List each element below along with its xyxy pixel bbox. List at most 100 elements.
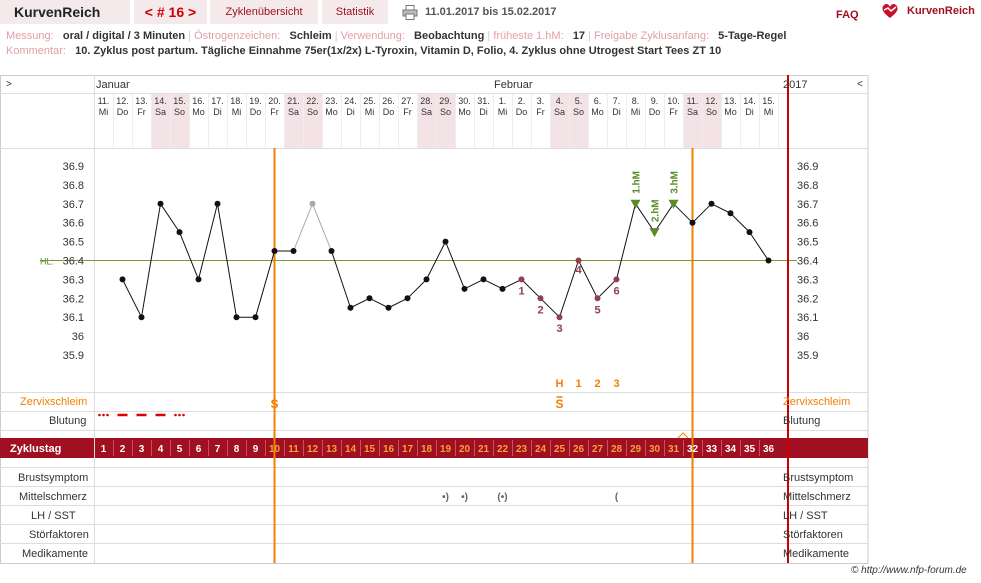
weekday-label: Di <box>213 107 222 117</box>
temperature-point <box>613 276 620 283</box>
day-number-label: 15. <box>762 96 775 106</box>
low-temperature-label: 4 <box>575 265 582 277</box>
day-number-label: 23. <box>325 96 338 106</box>
cycle-day-number: 7 <box>215 444 221 455</box>
scroll-right-icon: < <box>857 79 863 90</box>
temperature-point <box>442 238 449 245</box>
high-temperature-label: 3.hM <box>670 171 681 194</box>
temperature-point <box>765 257 772 264</box>
low-temperature-label: 1 <box>518 285 524 297</box>
weekday-label: Sa <box>687 107 698 117</box>
temperature-point <box>385 304 392 311</box>
day-number-label: 11. <box>98 96 110 106</box>
day-number-label: 4. <box>556 96 564 106</box>
scroll-left-icon: > <box>6 79 12 90</box>
midpain-mark: •) <box>442 492 449 503</box>
temperature-point <box>556 314 563 321</box>
cycle-day-number: 31 <box>668 444 680 455</box>
temperature-point <box>366 295 373 302</box>
day-number-label: 13. <box>724 96 737 106</box>
y-tick-label-left: 36.3 <box>63 274 84 286</box>
cycle-day-number: 18 <box>421 444 433 455</box>
cycle-day-number: 23 <box>516 444 528 455</box>
high-temperature-label: 1.hM <box>632 171 643 194</box>
weekday-label: So <box>573 107 584 117</box>
temperature-point <box>138 314 145 321</box>
weekday-label: Sa <box>288 107 299 117</box>
temperature-point <box>271 248 278 255</box>
day-number-label: 18. <box>230 96 243 106</box>
cycle-day-number: 6 <box>196 444 202 455</box>
row-label-midpain-right: Mittelschmerz <box>783 491 851 503</box>
temperature-point <box>347 304 354 311</box>
cycle-day-number: 19 <box>440 444 452 455</box>
cycle-day-number: 13 <box>326 444 338 455</box>
row-label-bleeding: Blutung <box>49 415 86 427</box>
y-tick-label-right: 36.3 <box>797 274 818 286</box>
y-tick-label-right: 36.5 <box>797 237 818 249</box>
weekday-label: Mo <box>192 107 205 117</box>
cervix-evaluation-label: 3 <box>613 378 619 390</box>
temperature-point <box>157 200 164 207</box>
cycle-day-number: 8 <box>234 444 240 455</box>
bleeding-spotting-mark <box>178 413 181 417</box>
temperature-point <box>746 229 753 236</box>
day-number-label: 26. <box>382 96 395 106</box>
y-tick-label-left: 36 <box>72 331 84 343</box>
day-number-label: 31. <box>477 96 490 106</box>
temperature-point <box>214 200 221 207</box>
y-tick-label-right: 36.7 <box>797 199 818 211</box>
cycle-day-number: 29 <box>630 444 642 455</box>
row-label-breast-right: Brustsymptom <box>783 472 853 484</box>
cycle-day-number: 14 <box>345 444 357 455</box>
cycle-day-number: 22 <box>497 444 509 455</box>
day-number-label: 27. <box>401 96 414 106</box>
weekday-label: Sa <box>421 107 432 117</box>
cycle-day-number: 20 <box>459 444 471 455</box>
temperature-point <box>689 219 696 226</box>
temperature-point <box>537 295 544 302</box>
weekday-label: Mo <box>325 107 338 117</box>
weekday-label: So <box>440 107 451 117</box>
low-temperature-label: 5 <box>594 304 600 316</box>
weekday-label: Mo <box>724 107 737 117</box>
weekday-label: Di <box>346 107 355 117</box>
cycle-day-number: 3 <box>139 444 145 455</box>
cervix-evaluation-label: 2 <box>594 378 600 390</box>
weekday-label: Mi <box>764 107 774 117</box>
cycle-day-number: 4 <box>158 444 164 455</box>
day-number-label: 11. <box>687 96 699 106</box>
cycle-day-number: 26 <box>573 444 585 455</box>
day-number-label: 14. <box>743 96 756 106</box>
cervix-evaluation-label: 1 <box>575 378 581 390</box>
temperature-point <box>176 229 183 236</box>
y-tick-label-left: 36.8 <box>63 180 84 192</box>
row-label-cycle-day: Zyklustag <box>10 443 61 455</box>
weekday-label: Do <box>649 107 661 117</box>
cervix-evaluation-label: H <box>556 378 564 390</box>
low-temperature-label: 2 <box>537 304 543 316</box>
day-number-label: 28. <box>420 96 433 106</box>
day-number-label: 22. <box>306 96 319 106</box>
temperature-point <box>233 314 240 321</box>
y-tick-label-right: 36.1 <box>797 312 818 324</box>
cycle-chart: > <Januar Februar 201711.Mi12.Do13.Fr14.Sa1… <box>0 75 869 564</box>
cycle-day-number: 5 <box>177 444 183 455</box>
y-tick-label-right: 36 <box>797 331 809 343</box>
weekday-label: Di <box>612 107 621 117</box>
y-tick-label-left: 36.7 <box>63 199 84 211</box>
day-number-label: 5. <box>575 96 583 106</box>
row-label-disturb: Störfaktoren <box>29 529 89 541</box>
weekday-label: Sa <box>155 107 166 117</box>
bleeding-spotting-mark <box>106 413 109 417</box>
weekday-label: Mi <box>365 107 375 117</box>
day-number-label: 13. <box>135 96 148 106</box>
temperature-point <box>727 210 734 217</box>
cycle-day-number: 21 <box>478 444 490 455</box>
day-number-label: 1. <box>499 96 507 106</box>
day-number-label: 6. <box>594 96 602 106</box>
weekday-label: Fr <box>270 107 279 117</box>
day-number-label: 3. <box>537 96 545 106</box>
day-number-label: 25. <box>363 96 376 106</box>
y-tick-label-left: 36.9 <box>63 161 84 173</box>
